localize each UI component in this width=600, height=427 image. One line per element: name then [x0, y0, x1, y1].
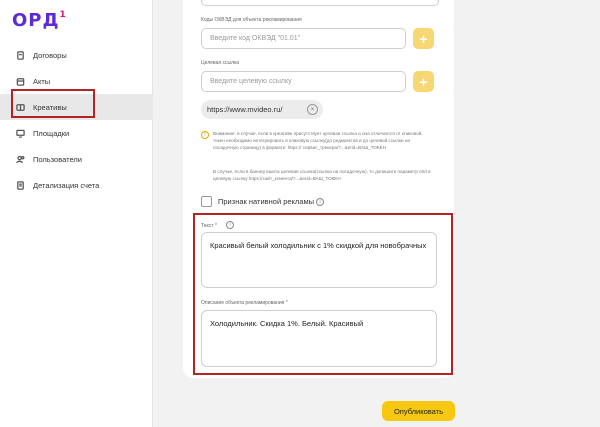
previous-field[interactable] — [201, 0, 439, 6]
sidebar: ОРД1 Договоры Акты Креативы Площадки Пол… — [0, 0, 153, 427]
publish-button[interactable]: Опубликовать — [382, 401, 455, 421]
document-icon — [15, 50, 25, 60]
receipt-icon — [15, 180, 25, 190]
sidebar-item-label: Договоры — [33, 50, 67, 60]
sidebar-item-label: Акты — [33, 76, 51, 86]
sidebar-item-platforms[interactable]: Площадки — [0, 120, 153, 146]
notice-paragraph-2: В случае, если в баннер вшита целевая сс… — [213, 169, 431, 181]
warning-icon: ! — [201, 131, 209, 139]
sidebar-item-label: Площадки — [33, 128, 70, 138]
monitor-icon — [15, 128, 25, 138]
target-link-chip: https://www.mvideo.ru/ × — [201, 100, 323, 119]
description-label: Описание объекта рекламирования * — [201, 300, 288, 306]
logo-sup: 1 — [59, 10, 67, 20]
sidebar-item-users[interactable]: Пользователи — [0, 146, 153, 172]
target-link-chip-text: https://www.mvideo.ru/ — [207, 105, 283, 114]
logo-text: ОРД — [12, 10, 60, 31]
native-ad-checkbox[interactable] — [201, 196, 212, 207]
close-icon[interactable]: × — [307, 104, 318, 115]
sidebar-item-label: Пользователи — [33, 154, 82, 164]
sidebar-item-label: Детализация счета — [33, 180, 100, 190]
text-textarea[interactable]: Красивый белый холодильник с 1% скидкой … — [201, 232, 437, 288]
native-ad-label: Признак нативной рекламы — [218, 197, 315, 206]
sidebar-item-acts[interactable]: Акты — [0, 68, 153, 94]
notice-paragraph-1: Внимание: в случае, если в креативе прис… — [213, 131, 423, 150]
okved-input[interactable]: Введите код ОКВЭД "01.01" — [201, 28, 406, 49]
add-okved-button[interactable]: + — [413, 28, 434, 49]
calendar-icon — [15, 76, 25, 86]
add-target-link-button[interactable]: + — [413, 71, 434, 92]
logo[interactable]: ОРД1 — [12, 10, 67, 31]
creative-icon — [15, 102, 25, 112]
okved-label: Коды ОКВЭД для объекта рекламирования — [201, 17, 302, 23]
sidebar-item-contracts[interactable]: Договоры — [0, 42, 153, 68]
sidebar-item-label: Креативы — [33, 102, 67, 112]
sidebar-nav: Договоры Акты Креативы Площадки Пользова… — [0, 42, 153, 198]
info-icon[interactable]: i — [226, 221, 234, 229]
sidebar-item-creatives[interactable]: Креативы — [0, 94, 153, 120]
users-icon — [15, 154, 25, 164]
target-link-input[interactable]: Введите целевую ссылку — [201, 71, 406, 92]
target-link-label: Целевая ссылка — [201, 60, 240, 66]
sidebar-item-billing-details[interactable]: Детализация счета — [0, 172, 153, 198]
description-textarea[interactable]: Холодильник. Скидка 1%. Белый. Красивый — [201, 310, 437, 367]
text-label: Текст * — [201, 223, 217, 229]
info-icon[interactable]: i — [316, 198, 324, 206]
creative-form-card: Коды ОКВЭД для объекта рекламирования Вв… — [183, 0, 454, 378]
